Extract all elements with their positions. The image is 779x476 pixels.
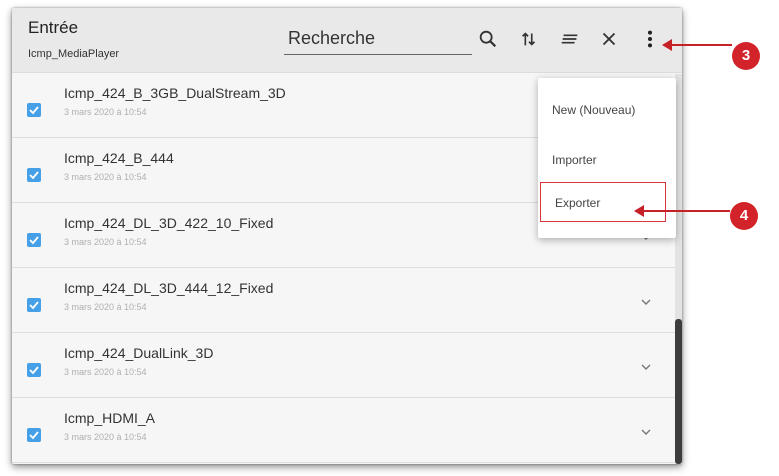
checkbox[interactable] bbox=[27, 428, 41, 442]
search-input[interactable]: Recherche bbox=[284, 26, 472, 55]
item-name: Icmp_424_DualLink_3D bbox=[64, 345, 214, 361]
page-subtitle: Icmp_MediaPlayer bbox=[28, 48, 120, 60]
checkbox[interactable] bbox=[27, 363, 41, 377]
search-icon[interactable] bbox=[477, 28, 499, 50]
callout-4-arrow bbox=[634, 205, 644, 217]
more-vert-icon[interactable] bbox=[639, 28, 661, 50]
close-icon[interactable] bbox=[598, 28, 620, 50]
chevron-down-icon[interactable] bbox=[640, 296, 652, 308]
list-item[interactable]: Icmp_HDMI_A 3 mars 2020 à 10:54 bbox=[12, 398, 677, 463]
filter-icon[interactable] bbox=[559, 28, 581, 50]
menu-item-export[interactable]: Exporter bbox=[540, 182, 666, 222]
callout-badge-4: 4 bbox=[730, 202, 758, 230]
list-item[interactable]: Icmp_424_DL_3D_444_12_Fixed 3 mars 2020 … bbox=[12, 268, 677, 333]
item-date: 3 mars 2020 à 10:54 bbox=[64, 432, 147, 442]
checkbox[interactable] bbox=[27, 233, 41, 247]
callout-3-line bbox=[670, 44, 732, 46]
file-panel: Entrée Icmp_MediaPlayer Recherche Icmp_4… bbox=[12, 8, 682, 464]
overflow-menu: New (Nouveau) Importer Exporter bbox=[538, 78, 676, 238]
menu-item-new[interactable]: New (Nouveau) bbox=[538, 90, 676, 130]
header-bar: Entrée Icmp_MediaPlayer Recherche bbox=[12, 8, 682, 73]
checkbox[interactable] bbox=[27, 103, 41, 117]
item-date: 3 mars 2020 à 10:54 bbox=[64, 172, 147, 182]
checkbox[interactable] bbox=[27, 168, 41, 182]
item-date: 3 mars 2020 à 10:54 bbox=[64, 107, 147, 117]
checkbox[interactable] bbox=[27, 298, 41, 312]
list-item[interactable]: Icmp_424_DualLink_3D 3 mars 2020 à 10:54 bbox=[12, 333, 677, 398]
chevron-down-icon[interactable] bbox=[640, 426, 652, 438]
sort-icon[interactable] bbox=[518, 28, 540, 50]
item-date: 3 mars 2020 à 10:54 bbox=[64, 302, 147, 312]
item-name: Icmp_424_DL_3D_444_12_Fixed bbox=[64, 280, 274, 296]
item-name: Icmp_424_DL_3D_422_10_Fixed bbox=[64, 215, 274, 231]
chevron-down-icon[interactable] bbox=[640, 361, 652, 373]
item-date: 3 mars 2020 à 10:54 bbox=[64, 237, 147, 247]
item-name: Icmp_424_B_444 bbox=[64, 150, 174, 166]
item-name: Icmp_HDMI_A bbox=[64, 410, 156, 426]
menu-item-import[interactable]: Importer bbox=[538, 140, 676, 180]
item-name: Icmp_424_B_3GB_DualStream_3D bbox=[64, 85, 286, 101]
scrollbar-thumb[interactable] bbox=[675, 319, 682, 464]
callout-3-arrow bbox=[662, 39, 672, 51]
item-date: 3 mars 2020 à 10:54 bbox=[64, 367, 147, 377]
callout-4-line bbox=[642, 210, 730, 212]
callout-badge-3: 3 bbox=[732, 42, 760, 70]
page-title: Entrée bbox=[28, 18, 79, 37]
scrollbar[interactable] bbox=[675, 74, 682, 464]
